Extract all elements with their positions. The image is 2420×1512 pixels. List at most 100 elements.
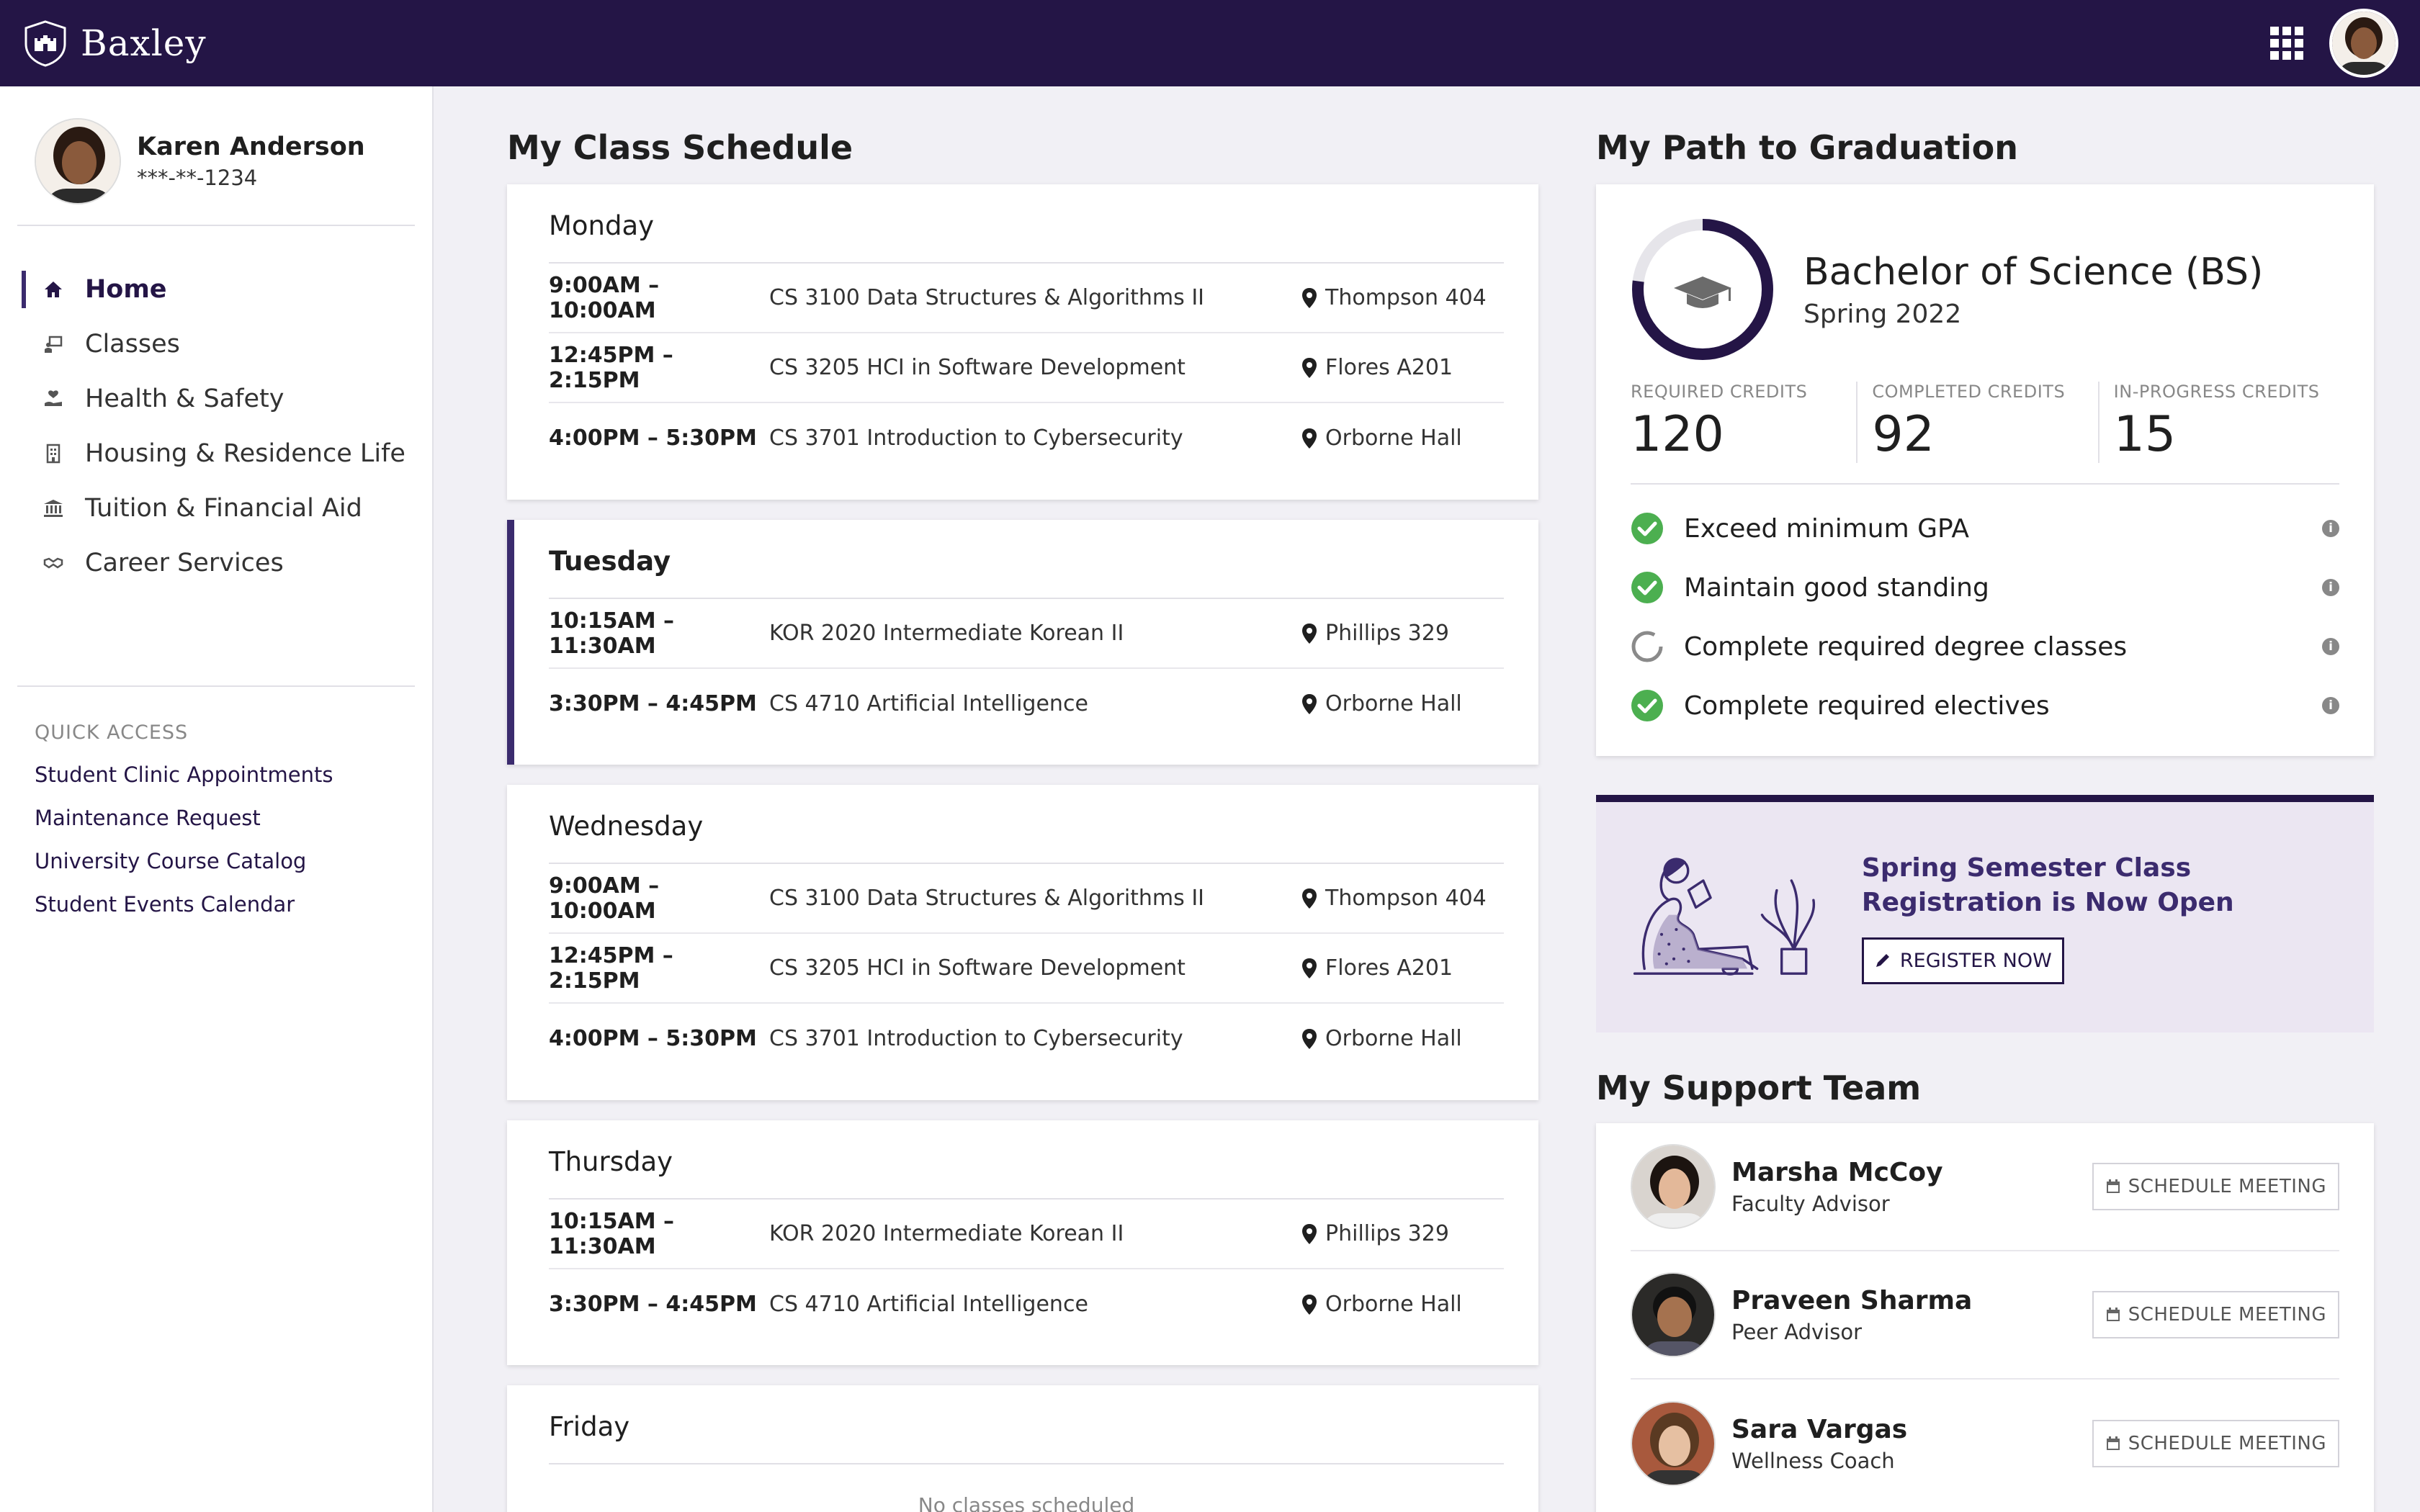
schedule-title: My Class Schedule — [507, 128, 853, 167]
location-pin-icon — [1302, 888, 1317, 909]
class-row[interactable]: 9:00AM – 10:00AM CS 3100 Data Structures… — [549, 264, 1504, 333]
credit-label: COMPLETED CREDITS — [1872, 382, 2066, 402]
day-card-wednesday: Wednesday 9:00AM – 10:00AM CS 3100 Data … — [507, 785, 1538, 1100]
class-course: CS 3701 Introduction to Cybersecurity — [769, 426, 1183, 451]
schedule-meeting-button[interactable]: SCHEDULE MEETING — [2092, 1420, 2339, 1467]
class-time: 10:15AM – 11:30AM — [549, 608, 675, 659]
requirement-label: Complete required degree classes — [1684, 631, 2128, 662]
class-location: Phillips 329 — [1325, 1221, 1449, 1246]
sidebar-item-label: Tuition & Financial Aid — [85, 494, 362, 523]
class-course: CS 3100 Data Structures & Algorithms II — [769, 285, 1205, 310]
day-card-tuesday: Tuesday 10:15AM – 11:30AM KOR 2020 Inter… — [507, 520, 1538, 765]
class-time: 3:30PM – 4:45PM — [549, 1292, 757, 1317]
day-title: Wednesday — [549, 785, 1504, 864]
location-pin-icon — [1302, 693, 1317, 714]
class-row[interactable]: 3:30PM – 4:45PM CS 4710 Artificial Intel… — [549, 669, 1504, 739]
pencil-icon — [1876, 954, 1889, 967]
check-circle-icon — [1631, 690, 1663, 721]
class-time: 3:30PM – 4:45PM — [549, 691, 757, 716]
brand-name: Baxley — [81, 22, 207, 64]
profile-photo — [35, 118, 121, 204]
calendar-icon — [2106, 1179, 2120, 1193]
requirement-label: Complete required electives — [1684, 690, 2050, 721]
profile-summary: Karen Anderson ***-**-1234 — [17, 86, 415, 226]
check-circle-icon — [1631, 513, 1663, 544]
register-now-button[interactable]: REGISTER NOW — [1861, 937, 2064, 984]
brand[interactable]: Baxley — [22, 19, 207, 67]
info-icon[interactable]: i — [2322, 638, 2339, 655]
profile-name: Karen Anderson — [137, 132, 365, 161]
classes-icon — [42, 333, 65, 356]
handshake-icon — [42, 552, 65, 575]
requirement-row: Complete required electives i — [1631, 676, 2339, 735]
quick-access: QUICK ACCESS Student Clinic Appointments… — [0, 687, 432, 970]
day-card-thursday: Thursday 10:15AM – 11:30AM KOR 2020 Inte… — [507, 1120, 1538, 1365]
schedule-meeting-button[interactable]: SCHEDULE MEETING — [2092, 1291, 2339, 1338]
calendar-icon — [2106, 1436, 2120, 1450]
sidebar-item-classes[interactable]: Classes — [17, 317, 415, 372]
class-row[interactable]: 12:45PM – 2:15PM CS 3205 HCI in Software… — [549, 333, 1504, 403]
required-credits: REQUIRED CREDITS 120 — [1631, 382, 1856, 463]
class-time: 10:15AM – 11:30AM — [549, 1208, 675, 1259]
class-time: 9:00AM – 10:00AM — [549, 873, 660, 924]
class-row[interactable]: 12:45PM – 2:15PM CS 3205 HCI in Software… — [549, 934, 1504, 1004]
quick-link-catalog[interactable]: University Course Catalog — [35, 849, 398, 873]
sidebar-item-label: Home — [85, 275, 167, 304]
support-member-photo — [1631, 1272, 1716, 1357]
quick-link-events[interactable]: Student Events Calendar — [35, 892, 398, 917]
class-location: Orborne Hall — [1325, 426, 1462, 451]
info-icon[interactable]: i — [2322, 520, 2339, 537]
requirement-label: Maintain good standing — [1684, 572, 1989, 603]
class-location: Orborne Hall — [1325, 1026, 1462, 1051]
credit-value: 15 — [2113, 406, 2177, 463]
credits-summary: REQUIRED CREDITS 120 COMPLETED CREDITS 9… — [1631, 382, 2339, 485]
reading-woman-illustration — [1633, 858, 1816, 976]
class-location: Thompson 404 — [1325, 285, 1487, 310]
support-title: My Support Team — [1596, 1068, 1922, 1107]
calendar-icon — [2106, 1308, 2120, 1321]
degree-term: Spring 2022 — [1803, 299, 1962, 329]
user-avatar[interactable] — [2329, 9, 2398, 78]
support-member: Sara Vargas Wellness Coach SCHEDULE MEET… — [1631, 1380, 2339, 1508]
support-member-role: Wellness Coach — [1731, 1448, 1895, 1473]
sidebar-item-tuition[interactable]: Tuition & Financial Aid — [17, 481, 415, 536]
sidebar-item-label: Health & Safety — [85, 384, 284, 413]
completed-credits: COMPLETED CREDITS 92 — [1856, 382, 2097, 463]
degree-name: Bachelor of Science (BS) — [1803, 250, 2264, 294]
class-row[interactable]: 4:00PM – 5:30PM CS 3701 Introduction to … — [549, 403, 1504, 473]
quick-link-maintenance[interactable]: Maintenance Request — [35, 806, 398, 830]
location-pin-icon — [1302, 1294, 1317, 1315]
support-member-name: Marsha McCoy — [1731, 1157, 1943, 1187]
support-member-name: Sara Vargas — [1731, 1414, 1908, 1444]
class-row[interactable]: 3:30PM – 4:45PM CS 4710 Artificial Intel… — [549, 1269, 1504, 1339]
in-progress-credits: IN-PROGRESS CREDITS 15 — [2097, 382, 2339, 463]
sidebar-item-home[interactable]: Home — [17, 262, 415, 317]
support-member-photo — [1631, 1144, 1716, 1229]
class-location: Flores A201 — [1325, 955, 1453, 981]
sidebar-item-career[interactable]: Career Services — [17, 536, 415, 590]
apps-grid-icon[interactable] — [2270, 27, 2303, 60]
home-icon — [42, 278, 65, 301]
no-classes-message: No classes scheduled — [918, 1493, 1135, 1512]
location-pin-icon — [1302, 958, 1317, 978]
class-location: Thompson 404 — [1325, 886, 1487, 911]
sidebar-item-housing[interactable]: Housing & Residence Life — [17, 426, 415, 481]
in-progress-circle-icon — [1631, 631, 1663, 662]
sidebar-item-health[interactable]: Health & Safety — [17, 372, 415, 426]
class-course: CS 3701 Introduction to Cybersecurity — [769, 1026, 1183, 1051]
quick-link-clinic[interactable]: Student Clinic Appointments — [35, 762, 398, 787]
info-icon[interactable]: i — [2322, 579, 2339, 596]
class-row[interactable]: 10:15AM – 11:30AM KOR 2020 Intermediate … — [549, 599, 1504, 669]
requirement-row: Exceed minimum GPA i — [1631, 499, 2339, 558]
location-pin-icon — [1302, 357, 1317, 378]
class-row[interactable]: 9:00AM – 10:00AM CS 3100 Data Structures… — [549, 864, 1504, 934]
registration-promo: Spring Semester Class Registration is No… — [1596, 795, 2374, 1032]
info-icon[interactable]: i — [2322, 697, 2339, 714]
class-row[interactable]: 4:00PM – 5:30PM CS 3701 Introduction to … — [549, 1004, 1504, 1074]
schedule-meeting-button[interactable]: SCHEDULE MEETING — [2092, 1163, 2339, 1210]
support-member: Marsha McCoy Faculty Advisor SCHEDULE ME… — [1631, 1123, 2339, 1251]
day-title: Monday — [549, 184, 1504, 264]
requirement-label: Exceed minimum GPA — [1684, 513, 1970, 544]
class-row[interactable]: 10:15AM – 11:30AM KOR 2020 Intermediate … — [549, 1200, 1504, 1269]
location-pin-icon — [1302, 287, 1317, 308]
